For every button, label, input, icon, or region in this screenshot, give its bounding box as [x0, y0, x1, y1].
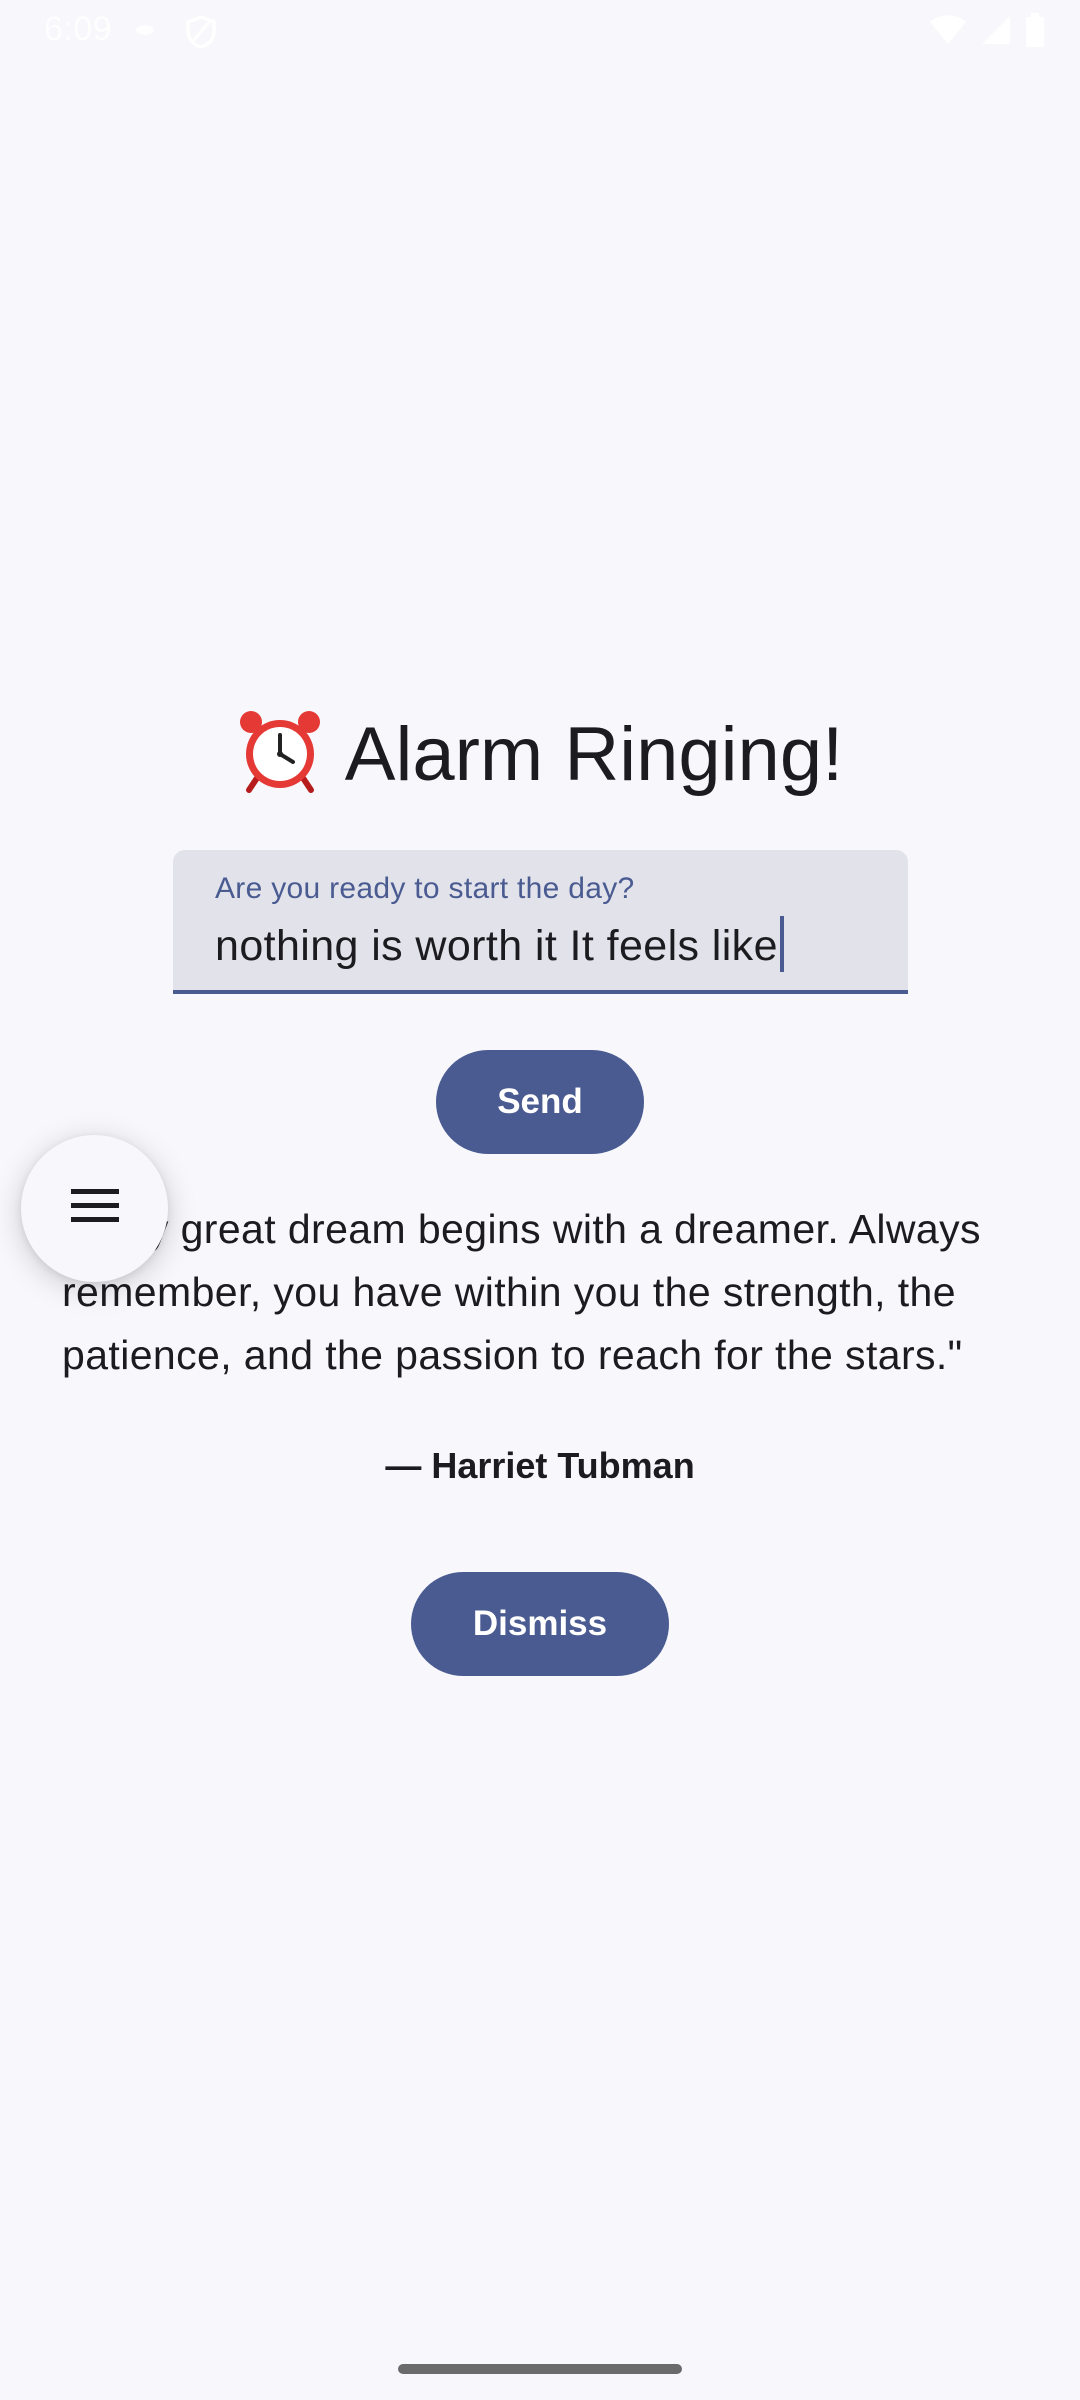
- shield-icon: [184, 14, 218, 55]
- alarm-title-text: Alarm Ringing!: [344, 712, 844, 797]
- status-bar: 6:09: [0, 0, 1080, 62]
- menu-fab-button[interactable]: [21, 1135, 168, 1282]
- send-button[interactable]: Send: [436, 1050, 644, 1154]
- response-input[interactable]: nothing is worth it It feels like: [215, 916, 784, 972]
- quote-author: — Harriet Tubman: [385, 1445, 695, 1486]
- response-input-text: nothing is worth it It feels like: [215, 922, 778, 970]
- signal-icon: [980, 14, 1012, 51]
- alarm-title: Alarm Ringing!: [0, 705, 1080, 805]
- dismiss-button[interactable]: Dismiss: [411, 1572, 669, 1676]
- alarm-clock-icon: [237, 708, 323, 794]
- quote-text: Every great dream begins with a dreamer.…: [62, 1206, 981, 1378]
- menu-icon: [70, 1187, 120, 1230]
- cloud-icon: [134, 14, 156, 49]
- battery-icon: [1024, 12, 1046, 53]
- text-caret: [779, 916, 784, 972]
- status-right-icons: [928, 12, 1046, 52]
- response-text-field[interactable]: Are you ready to start the day? nothing …: [173, 850, 908, 994]
- field-label: Are you ready to start the day?: [215, 872, 635, 905]
- gesture-navigation-bar[interactable]: [398, 2364, 682, 2374]
- status-time: 6:09: [44, 10, 113, 48]
- wifi-icon: [928, 14, 968, 51]
